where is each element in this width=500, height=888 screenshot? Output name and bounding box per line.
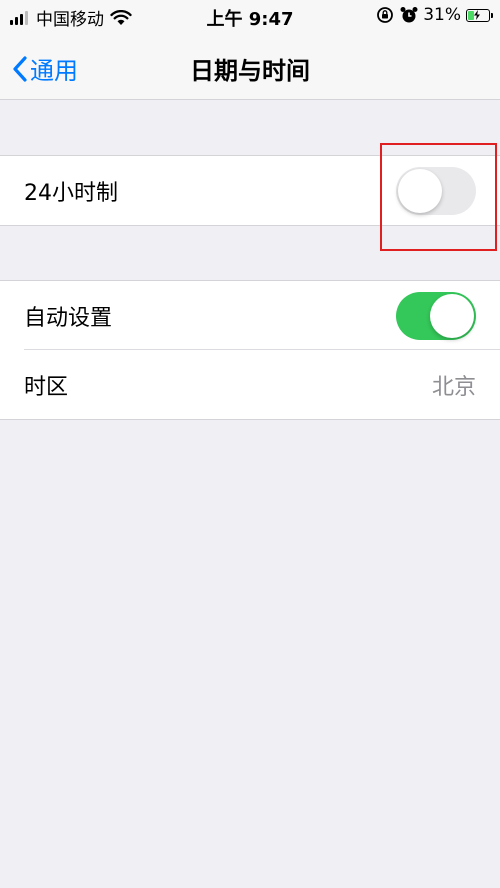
setting-label-auto-set: 自动设置: [24, 306, 113, 331]
highlight-box: [380, 143, 497, 251]
setting-label-timezone: 时区: [24, 375, 69, 400]
orientation-lock-icon: [377, 7, 394, 23]
settings-group-time: 自动设置 时区 北京: [0, 280, 500, 420]
page-title: 日期与时间: [190, 57, 310, 85]
setting-label-24-hour: 24小时制: [24, 181, 118, 206]
timezone-value: 北京: [431, 375, 476, 400]
setting-row-auto-set: 自动设置: [0, 281, 500, 350]
alarm-icon: [400, 7, 418, 23]
battery-percent: 31%: [423, 5, 461, 25]
toggle-auto-set[interactable]: [396, 292, 476, 340]
navigation-bar: 通用 日期与时间: [0, 34, 500, 100]
toggle-knob: [430, 294, 474, 338]
status-bar: 中国移动 上午 9:47 31%: [0, 0, 500, 34]
battery-charging-icon: [466, 8, 493, 22]
setting-row-timezone[interactable]: 时区 北京: [0, 350, 500, 419]
